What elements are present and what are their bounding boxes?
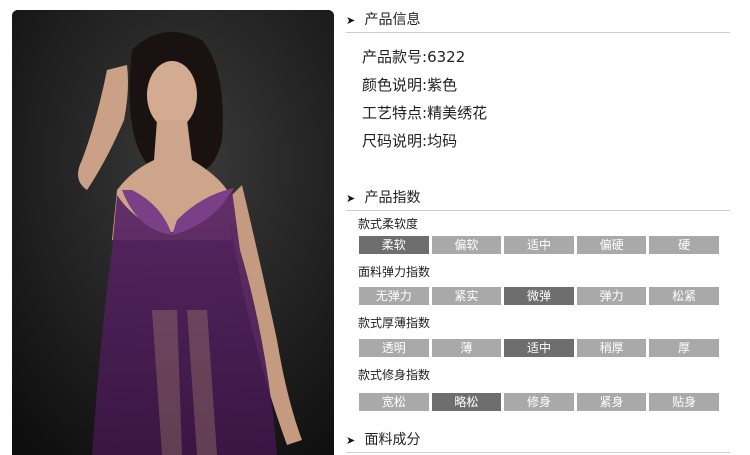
scale-option: 紧身: [576, 393, 647, 411]
scale-option: 适中: [504, 339, 574, 357]
softness-label: 款式柔软度: [358, 217, 419, 231]
scale-option: 薄: [431, 339, 502, 357]
fit-label: 款式修身指数: [358, 368, 431, 382]
scale-option: 柔软: [359, 236, 429, 254]
info-craft: 工艺特点:精美绣花: [362, 104, 488, 122]
scale-option: 透明: [359, 339, 429, 357]
scale-option: 偏软: [431, 236, 502, 254]
scale-option: 紧实: [431, 287, 502, 305]
thickness-scale: 透明 薄 适中 稍厚 厚: [359, 339, 719, 357]
model-illustration: [12, 10, 334, 455]
scale-option: 松紧: [649, 287, 719, 305]
product-info-header: ➤ 产品信息: [346, 10, 730, 33]
scale-option: 稍厚: [576, 339, 647, 357]
fabric-heading: 面料成分: [364, 432, 421, 448]
softness-scale: 柔软 偏软 适中 偏硬 硬: [359, 236, 719, 254]
scale-option: 贴身: [649, 393, 719, 411]
scale-option: 偏硬: [576, 236, 647, 254]
product-info-heading: 产品信息: [364, 12, 421, 28]
scale-option: 弹力: [576, 287, 647, 305]
thickness-label: 款式厚薄指数: [358, 316, 431, 330]
triangle-right-icon: ➤: [346, 434, 356, 447]
scale-option: 厚: [649, 339, 719, 357]
scale-option: 略松: [431, 393, 502, 411]
info-style-number: 产品款号:6322: [362, 48, 466, 66]
scale-option: 适中: [504, 236, 574, 254]
triangle-right-icon: ➤: [346, 192, 356, 205]
fabric-header: ➤ 面料成分: [346, 430, 730, 453]
product-photo: [12, 10, 334, 455]
product-index-header: ➤ 产品指数: [346, 188, 730, 211]
triangle-right-icon: ➤: [346, 14, 356, 27]
elasticity-scale: 无弹力 紧实 微弹 弹力 松紧: [359, 287, 719, 305]
scale-option: 硬: [649, 236, 719, 254]
scale-option: 微弹: [504, 287, 574, 305]
elasticity-label: 面料弹力指数: [358, 265, 431, 279]
scale-option: 宽松: [359, 393, 429, 411]
fit-scale: 宽松 略松 修身 紧身 贴身: [359, 393, 719, 411]
info-color: 颜色说明:紫色: [362, 76, 458, 94]
scale-option: 修身: [504, 393, 574, 411]
info-size: 尺码说明:均码: [362, 132, 458, 150]
product-index-heading: 产品指数: [364, 190, 421, 206]
scale-option: 无弹力: [359, 287, 429, 305]
